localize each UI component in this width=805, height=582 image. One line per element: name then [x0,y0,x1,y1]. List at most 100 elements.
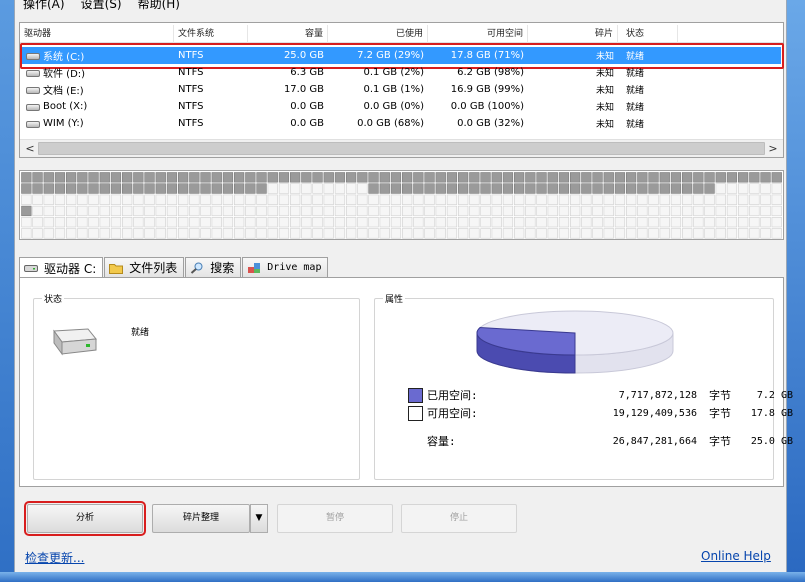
cluster-block [726,183,738,194]
cluster-block [670,228,682,239]
check-updates-link[interactable]: 检查更新... [25,549,84,566]
cluster-block [670,172,682,183]
cluster-block [558,172,570,183]
drive-fs: NTFS [178,67,204,78]
cluster-block [390,228,402,239]
cluster-block [43,205,54,217]
drive-list-hscrollbar[interactable]: < > [20,139,783,157]
menu-action[interactable]: 操作(A) [15,0,73,14]
cluster-block [267,228,278,239]
cluster-block [547,228,558,239]
cluster-block [334,183,346,194]
cluster-block [21,194,32,205]
cluster-block [211,172,222,183]
cluster-block [88,194,99,205]
cluster-block [681,216,693,228]
col-status[interactable]: 状态 [618,25,678,43]
cluster-block [390,216,402,228]
cluster-block [155,183,166,194]
drive-capacity: 17.0 GB [283,84,324,95]
cluster-block [715,216,726,228]
cluster-block [77,216,88,228]
cluster-block [536,172,547,183]
cluster-block [345,172,357,183]
cluster-block [43,194,54,205]
disk-usage-pie-chart [476,310,674,374]
col-filesystem[interactable]: 文件系统 [174,25,248,43]
desktop-bottom-strip [0,572,805,582]
scroll-left-icon[interactable]: < [22,141,38,157]
cluster-block [569,228,581,239]
cluster-block [301,228,312,239]
pause-button[interactable]: 暂停 [277,504,393,533]
drive-used: 0.1 GB (1%) [363,84,424,95]
cluster-block [289,216,301,228]
drive-map-icon [248,262,261,273]
cluster-block [110,216,122,228]
cluster-block [77,228,88,239]
cluster-block [424,228,435,239]
cluster-block [334,172,346,183]
col-fragmentation[interactable]: 碎片 [528,25,618,43]
cluster-block [368,183,379,194]
tab-drive-c[interactable]: 驱动器 C: [19,257,104,278]
cluster-block [413,205,424,217]
defrag-button[interactable]: 碎片整理 [152,504,250,533]
cluster-block [133,194,144,205]
tab-drive-map[interactable]: Drive map [242,257,329,277]
tab-search[interactable]: 搜索 [185,257,242,277]
menu-help[interactable]: 帮助(H) [130,0,188,14]
tab-file-list[interactable]: 文件列表 [104,257,185,277]
drive-fs: NTFS [178,101,204,112]
cluster-block [435,205,446,217]
analyze-button[interactable]: 分析 [24,501,146,536]
menu-settings[interactable]: 设置(S) [73,0,130,14]
cluster-block [525,228,536,239]
drive-row-d[interactable]: 软件 (D:) NTFS 6.3 GB 0.1 GB (2%) 6.2 GB (… [22,64,781,81]
cluster-block [547,172,558,183]
cluster-block [401,205,413,217]
cluster-block [88,205,99,217]
cluster-block [625,228,637,239]
cluster-block [32,183,43,194]
cluster-block [312,183,323,194]
cluster-block [155,205,166,217]
cluster-block [122,205,133,217]
cluster-block [65,172,77,183]
col-used[interactable]: 已使用 [328,25,428,43]
drive-row-e[interactable]: 文档 (E:) NTFS 17.0 GB 0.1 GB (1%) 16.9 GB… [22,81,781,98]
cluster-block [99,183,110,194]
cluster-block [625,172,637,183]
defrag-dropdown-icon[interactable]: ▼ [250,504,268,533]
cluster-block [704,172,715,183]
online-help-link[interactable]: Online Help [701,549,771,563]
col-capacity[interactable]: 容量 [248,25,328,43]
stop-button[interactable]: 停止 [401,504,517,533]
scroll-right-icon[interactable]: > [765,141,781,157]
cluster-block [726,172,738,183]
cluster-block [245,183,256,194]
cluster-block [278,216,290,228]
cluster-block [345,194,357,205]
cluster-block [715,194,726,205]
scroll-thumb[interactable] [38,142,765,155]
cluster-block [99,228,110,239]
cluster-block [771,194,782,205]
cluster-block [435,228,446,239]
cluster-block [357,183,368,194]
col-free[interactable]: 可用空间 [428,25,528,43]
cluster-block [480,228,491,239]
cluster-block [446,216,458,228]
capacity-row: 容量: 26,847,281,664 字节 25.0 GB [427,433,793,449]
drive-row-x[interactable]: Boot (X:) NTFS 0.0 GB 0.0 GB (0%) 0.0 GB… [22,98,781,115]
cluster-block [502,228,514,239]
cluster-block [603,205,614,217]
cluster-block [312,194,323,205]
cluster-block [457,205,469,217]
cluster-block [32,172,43,183]
cluster-block [54,205,66,217]
drive-row-y[interactable]: WIM (Y:) NTFS 0.0 GB 0.0 GB (68%) 0.0 GB… [22,115,781,132]
cluster-block [267,172,278,183]
col-drive[interactable]: 驱动器 [20,25,174,43]
cluster-block [715,205,726,217]
